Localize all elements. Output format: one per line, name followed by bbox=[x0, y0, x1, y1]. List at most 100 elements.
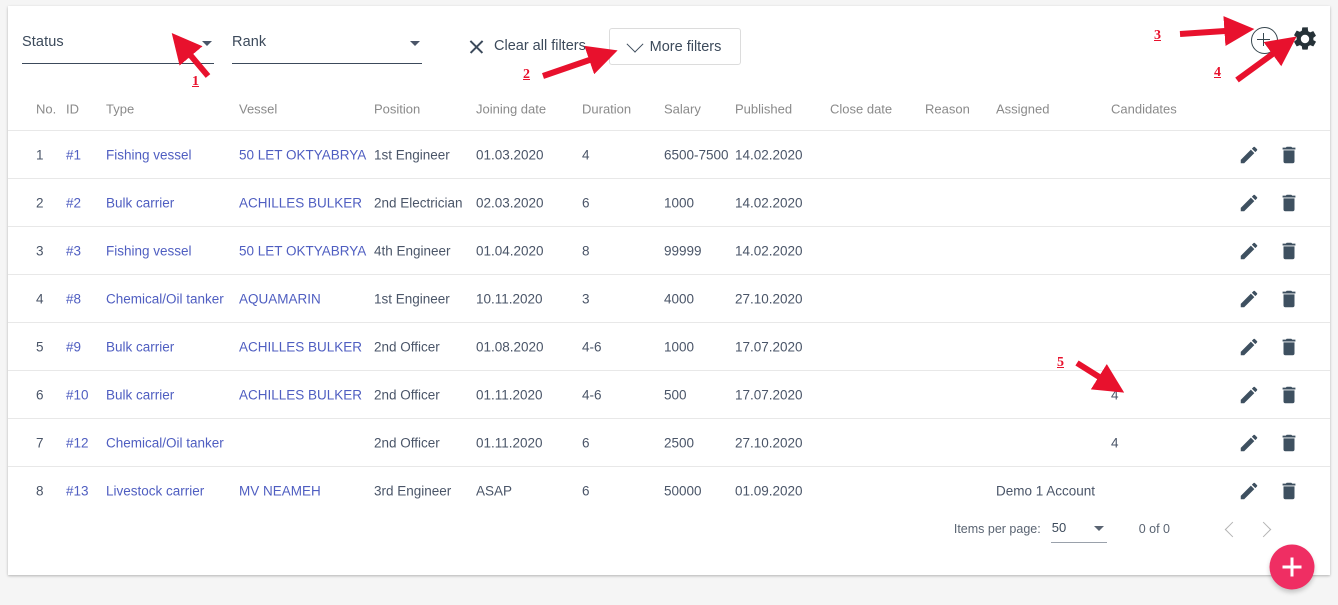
pencil-icon[interactable] bbox=[1238, 336, 1260, 358]
table-header-row: No. ID Type Vessel Position Joining date… bbox=[8, 88, 1330, 130]
annotation-number-2: 2 bbox=[523, 67, 530, 82]
trash-icon[interactable] bbox=[1278, 384, 1300, 406]
items-per-page-select[interactable]: 50 bbox=[1050, 516, 1107, 543]
rank-filter-select[interactable]: Rank bbox=[232, 28, 422, 64]
cell-duration: 4-6 bbox=[582, 387, 602, 402]
column-header-no: No. bbox=[36, 101, 57, 117]
pencil-icon[interactable] bbox=[1238, 144, 1260, 166]
cell-no: 4 bbox=[36, 291, 44, 306]
cell-no: 7 bbox=[36, 435, 44, 450]
column-header-duration: Duration bbox=[582, 101, 632, 117]
cell-published: 27.10.2020 bbox=[735, 435, 803, 450]
table-row[interactable]: 4 #8 Chemical/Oil tanker AQUAMARIN 1st Engin… bbox=[8, 274, 1330, 322]
cell-duration: 4-6 bbox=[582, 339, 602, 354]
more-filters-button[interactable]: More filters bbox=[609, 28, 741, 65]
row-actions bbox=[1238, 432, 1300, 454]
cell-type[interactable]: Livestock carrier bbox=[106, 483, 204, 498]
table-row[interactable]: 6 #10 Bulk carrier ACHILLES BULKER 2nd Offic… bbox=[8, 370, 1330, 418]
clear-all-filters-button[interactable]: Clear all filters bbox=[468, 32, 586, 60]
cell-type[interactable]: Bulk carrier bbox=[106, 339, 174, 354]
cell-vessel[interactable]: 50 LET OKTYABRYA bbox=[239, 147, 366, 162]
cell-published: 14.02.2020 bbox=[735, 147, 803, 162]
trash-icon[interactable] bbox=[1278, 144, 1300, 166]
cell-vessel[interactable]: MV NEAMEH bbox=[239, 483, 321, 498]
rank-filter-label: Rank bbox=[232, 34, 267, 50]
column-header-reason: Reason bbox=[925, 101, 970, 117]
table-row[interactable]: 5 #9 Bulk carrier ACHILLES BULKER 2nd Office… bbox=[8, 322, 1330, 370]
cell-id[interactable]: #8 bbox=[66, 291, 81, 306]
items-per-page-value: 50 bbox=[1051, 519, 1067, 535]
add-floating-action-button[interactable] bbox=[1269, 544, 1315, 590]
column-header-published: Published bbox=[735, 101, 793, 117]
trash-icon[interactable] bbox=[1278, 480, 1300, 502]
status-filter-select[interactable]: Status bbox=[22, 28, 214, 64]
cell-position: 1st Engineer bbox=[374, 291, 450, 306]
cell-vessel[interactable]: ACHILLES BULKER bbox=[239, 195, 362, 210]
cell-vessel[interactable]: AQUAMARIN bbox=[239, 291, 321, 306]
cell-vessel[interactable]: ACHILLES BULKER bbox=[239, 339, 362, 354]
next-page-button[interactable] bbox=[1248, 512, 1282, 546]
cell-id[interactable]: #10 bbox=[66, 387, 89, 402]
cell-id[interactable]: #9 bbox=[66, 339, 81, 354]
pencil-icon[interactable] bbox=[1238, 192, 1260, 214]
cell-position: 1st Engineer bbox=[374, 147, 450, 162]
cell-id[interactable]: #1 bbox=[66, 147, 81, 162]
row-actions bbox=[1238, 336, 1300, 358]
table-row[interactable]: 1 #1 Fishing vessel 50 LET OKTYABRYA 1st Eng… bbox=[8, 130, 1330, 178]
cell-duration: 6 bbox=[582, 483, 590, 498]
cell-vessel[interactable]: 50 LET OKTYABRYA bbox=[239, 243, 366, 258]
row-actions bbox=[1238, 192, 1300, 214]
pencil-icon[interactable] bbox=[1238, 480, 1260, 502]
vacancies-card: Status Rank Clear all filters More filte… bbox=[8, 6, 1330, 575]
pencil-icon[interactable] bbox=[1238, 384, 1260, 406]
table-row[interactable]: 3 #3 Fishing vessel 50 LET OKTYABRYA 4th Eng… bbox=[8, 226, 1330, 274]
cell-salary: 6500-7500 bbox=[664, 147, 729, 162]
cell-candidates: 4 bbox=[1111, 387, 1119, 402]
pencil-icon[interactable] bbox=[1238, 288, 1260, 310]
column-header-vessel: Vessel bbox=[239, 101, 278, 117]
cell-no: 5 bbox=[36, 339, 44, 354]
cell-no: 6 bbox=[36, 387, 44, 402]
trash-icon[interactable] bbox=[1278, 432, 1300, 454]
row-actions bbox=[1238, 384, 1300, 406]
cell-type[interactable]: Chemical/Oil tanker bbox=[106, 435, 224, 450]
cell-id[interactable]: #3 bbox=[66, 243, 81, 258]
cell-joining-date: 01.03.2020 bbox=[476, 147, 544, 162]
pencil-icon[interactable] bbox=[1238, 432, 1260, 454]
items-per-page-label: Items per page: bbox=[953, 522, 1041, 536]
table-row[interactable]: 2 #2 Bulk carrier ACHILLES BULKER 2nd Electr… bbox=[8, 178, 1330, 226]
gear-icon[interactable] bbox=[1291, 25, 1319, 53]
cell-salary: 2500 bbox=[664, 435, 695, 450]
cell-salary: 4000 bbox=[664, 291, 695, 306]
chevron-down-icon bbox=[202, 41, 212, 46]
cell-type[interactable]: Fishing vessel bbox=[106, 243, 192, 258]
cell-salary: 1000 bbox=[664, 195, 695, 210]
cell-type[interactable]: Chemical/Oil tanker bbox=[106, 291, 224, 306]
add-vacancy-icon[interactable] bbox=[1251, 27, 1278, 54]
column-header-type: Type bbox=[106, 101, 135, 117]
cell-position: 4th Engineer bbox=[374, 243, 451, 258]
page-range-label: 0 of 0 bbox=[1138, 522, 1170, 536]
column-header-close-date: Close date bbox=[830, 101, 893, 117]
cell-vessel[interactable]: ACHILLES BULKER bbox=[239, 387, 362, 402]
cell-type[interactable]: Bulk carrier bbox=[106, 195, 174, 210]
trash-icon[interactable] bbox=[1278, 192, 1300, 214]
cell-type[interactable]: Bulk carrier bbox=[106, 387, 174, 402]
trash-icon[interactable] bbox=[1278, 240, 1300, 262]
chevron-down-icon bbox=[626, 35, 644, 53]
cell-position: 2nd Officer bbox=[374, 387, 440, 402]
table-row[interactable]: 7 #12 Chemical/Oil tanker 2nd Officer 01.11.… bbox=[8, 418, 1330, 466]
cell-id[interactable]: #2 bbox=[66, 195, 81, 210]
pencil-icon[interactable] bbox=[1238, 240, 1260, 262]
previous-page-button[interactable] bbox=[1214, 512, 1248, 546]
cell-id[interactable]: #13 bbox=[66, 483, 89, 498]
cell-joining-date: 02.03.2020 bbox=[476, 195, 544, 210]
column-header-position: Position bbox=[374, 101, 421, 117]
cell-salary: 99999 bbox=[664, 243, 702, 258]
trash-icon[interactable] bbox=[1278, 336, 1300, 358]
cell-position: 2nd Electrician bbox=[374, 195, 463, 210]
cell-published: 17.07.2020 bbox=[735, 339, 803, 354]
trash-icon[interactable] bbox=[1278, 288, 1300, 310]
cell-type[interactable]: Fishing vessel bbox=[106, 147, 192, 162]
cell-id[interactable]: #12 bbox=[66, 435, 89, 450]
